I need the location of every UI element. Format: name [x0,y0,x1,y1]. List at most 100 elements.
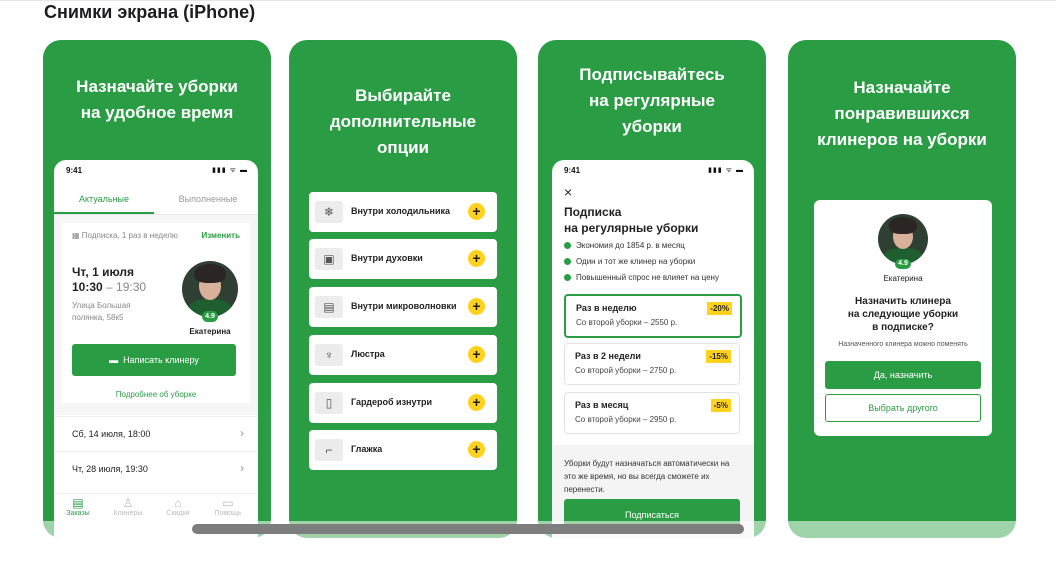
change-link[interactable]: Изменить [202,231,240,240]
plus-icon[interactable]: + [468,346,485,363]
chevron-right-icon: › [240,461,244,475]
write-cleaner-button[interactable]: ▬ Написать клинеру [72,344,236,376]
check-icon [564,258,571,265]
cleaner-name: Екатерина [883,274,923,283]
close-icon[interactable]: × [564,184,572,200]
list-item[interactable]: Сб, 14 июля, 18:00 › [54,416,258,451]
option-wardrobe[interactable]: ▯ Гардероб изнутри + [309,383,497,423]
card-title-line: Подписывайтесь [579,65,725,84]
option-microwave[interactable]: ▤ Внутри микроволновки + [309,287,497,327]
chevron-right-icon: › [240,426,244,440]
address-line: полянка, 58к5 [72,313,124,322]
status-icons: ▮▮▮ ᯤ ▬ [212,167,248,174]
status-time: 9:41 [564,166,581,175]
card-title-line: уборки [622,117,682,136]
benefit-text: Экономия до 1854 р. в месяц [576,241,685,250]
tab-current[interactable]: Актуальные [54,194,154,204]
order-details-link[interactable]: Подробнее об уборке [62,390,250,399]
upcoming-order-date: Сб, 14 июля, 18:00 [72,429,151,439]
order-time: 10:30 – 19:30 [72,280,146,294]
bottom-nav: ▤ Заказы ♙ Клинеры ⌂ Скидки ▭ Помощь [54,493,258,522]
benefit-item: Один и тот же клинер на уборки [564,257,695,266]
iron-icon: ⌐ [315,439,343,461]
status-icons: ▮▮▮ ᯤ ▬ [708,167,744,174]
screenshots-carousel[interactable]: Назначайте уборки на удобное время 9:41 … [40,40,1030,538]
chat-icon: ▬ [109,355,119,365]
nav-orders[interactable]: ▤ Заказы [54,496,102,517]
option-fridge[interactable]: ❄ Внутри холодильника + [309,192,497,232]
plan-name: Раз в 2 недели [575,351,641,361]
plan-monthly[interactable]: Раз в месяц Со второй уборки – 2950 р. -… [564,392,740,434]
assign-dialog: 4.9 Екатерина Назначить клинера на следу… [814,200,992,436]
screenshot-card-subscription[interactable]: Подписывайтесь на регулярные уборки 9:41… [538,40,766,538]
list-item[interactable]: Чт, 28 июля, 19:30 › [54,451,258,486]
question-line: в подписке? [872,322,934,333]
plus-icon[interactable]: + [468,298,485,315]
rating-badge: 4.9 [895,259,911,269]
card-title-line: дополнительные [329,112,477,131]
nav-discounts[interactable]: ⌂ Скидки [154,496,202,517]
plan-weekly[interactable]: Раз в неделю Со второй уборки – 2550 р. … [564,294,742,338]
benefit-item: Экономия до 1854 р. в месяц [564,241,685,250]
subscription-note: Уборки будут назначаться автоматически н… [564,459,730,494]
horizontal-scrollbar[interactable] [192,524,744,534]
cleaner-avatar[interactable] [182,261,238,317]
rating-badge: 4.9 [202,311,218,322]
confirm-assign-button[interactable]: Да, назначить [825,361,981,389]
card-title-line: на регулярные [589,91,715,110]
question-line: Назначить клинера [855,296,951,307]
screenshot-card-assign[interactable]: Назначайте понравившихся клинеров на убо… [788,40,1016,538]
option-chandelier[interactable]: ♆ Люстра + [309,335,497,375]
check-icon [564,274,571,281]
card-title-line: на удобное время [80,103,234,122]
plan-price: Со второй уборки – 2750 р. [575,366,677,375]
top-divider [0,0,1056,1]
assign-question: Назначить клинера на следующие уборки в … [814,295,992,334]
plus-icon[interactable]: + [468,250,485,267]
plan-price: Со второй уборки – 2550 р. [576,318,678,327]
option-label: Глажка [351,444,383,454]
card-title: Выбирайте дополнительные опции [289,83,517,161]
card-title: Назначайте понравившихся клинеров на убо… [788,75,1016,153]
plan-biweekly[interactable]: Раз в 2 недели Со второй уборки – 2750 р… [564,343,740,385]
plus-icon[interactable]: + [468,203,485,220]
screenshot-card-options[interactable]: Выбирайте дополнительные опции ❄ Внутри … [289,40,517,538]
option-label: Люстра [351,349,385,359]
tab-completed[interactable]: Выполненные [158,194,258,204]
option-label: Внутри холодильника [351,206,450,216]
assign-hint: Назначенного клинера можно поменять [838,341,968,348]
card-title: Назначайте уборки на удобное время [43,74,271,126]
plus-icon[interactable]: + [468,394,485,411]
phone-screen: 9:41 ▮▮▮ ᯤ ▬ Актуальные Выполненные ▦ По… [54,160,258,538]
card-title-line: опции [376,138,429,157]
orders-tabs: Актуальные Выполненные [54,188,258,215]
option-label: Внутри микроволновки [351,301,457,311]
orders-icon: ▤ [72,496,84,510]
order-date: Чт, 1 июля [72,265,135,279]
cleaner-name: Екатерина [189,327,231,336]
cleaner-avatar [878,214,928,264]
option-label: Внутри духовки [351,253,423,263]
nav-help[interactable]: ▭ Помощь [204,496,252,517]
subscription-title-line: на регулярные уборки [564,221,699,235]
section-title: Снимки экрана (iPhone) [44,2,256,22]
status-time: 9:41 [66,166,83,175]
nav-cleaners[interactable]: ♙ Клинеры [104,496,152,517]
order-time-end: – 19:30 [106,280,147,294]
benefit-text: Один и тот же клинер на уборки [576,257,696,266]
plus-icon[interactable]: + [468,441,485,458]
order-card: ▦ Подписка, 1 раз в неделю Изменить Чт, … [62,223,250,403]
subscription-note-text: Подписка, 1 раз в неделю [81,231,178,240]
nav-label: Скидки [166,510,190,517]
upcoming-order-date: Чт, 28 июля, 19:30 [72,464,148,474]
choose-other-button[interactable]: Выбрать другого [825,394,981,422]
check-icon [564,242,571,249]
order-time-start: 10:30 [72,280,103,294]
plan-price: Со второй уборки – 2950 р. [575,415,677,424]
option-ironing[interactable]: ⌐ Глажка + [309,430,497,470]
card-title-line: Выбирайте [355,86,451,105]
option-oven[interactable]: ▣ Внутри духовки + [309,239,497,279]
screenshot-card-orders[interactable]: Назначайте уборки на удобное время 9:41 … [43,40,271,538]
nav-label: Заказы [66,510,90,517]
subscription-note: ▦ Подписка, 1 раз в неделю [72,231,178,240]
